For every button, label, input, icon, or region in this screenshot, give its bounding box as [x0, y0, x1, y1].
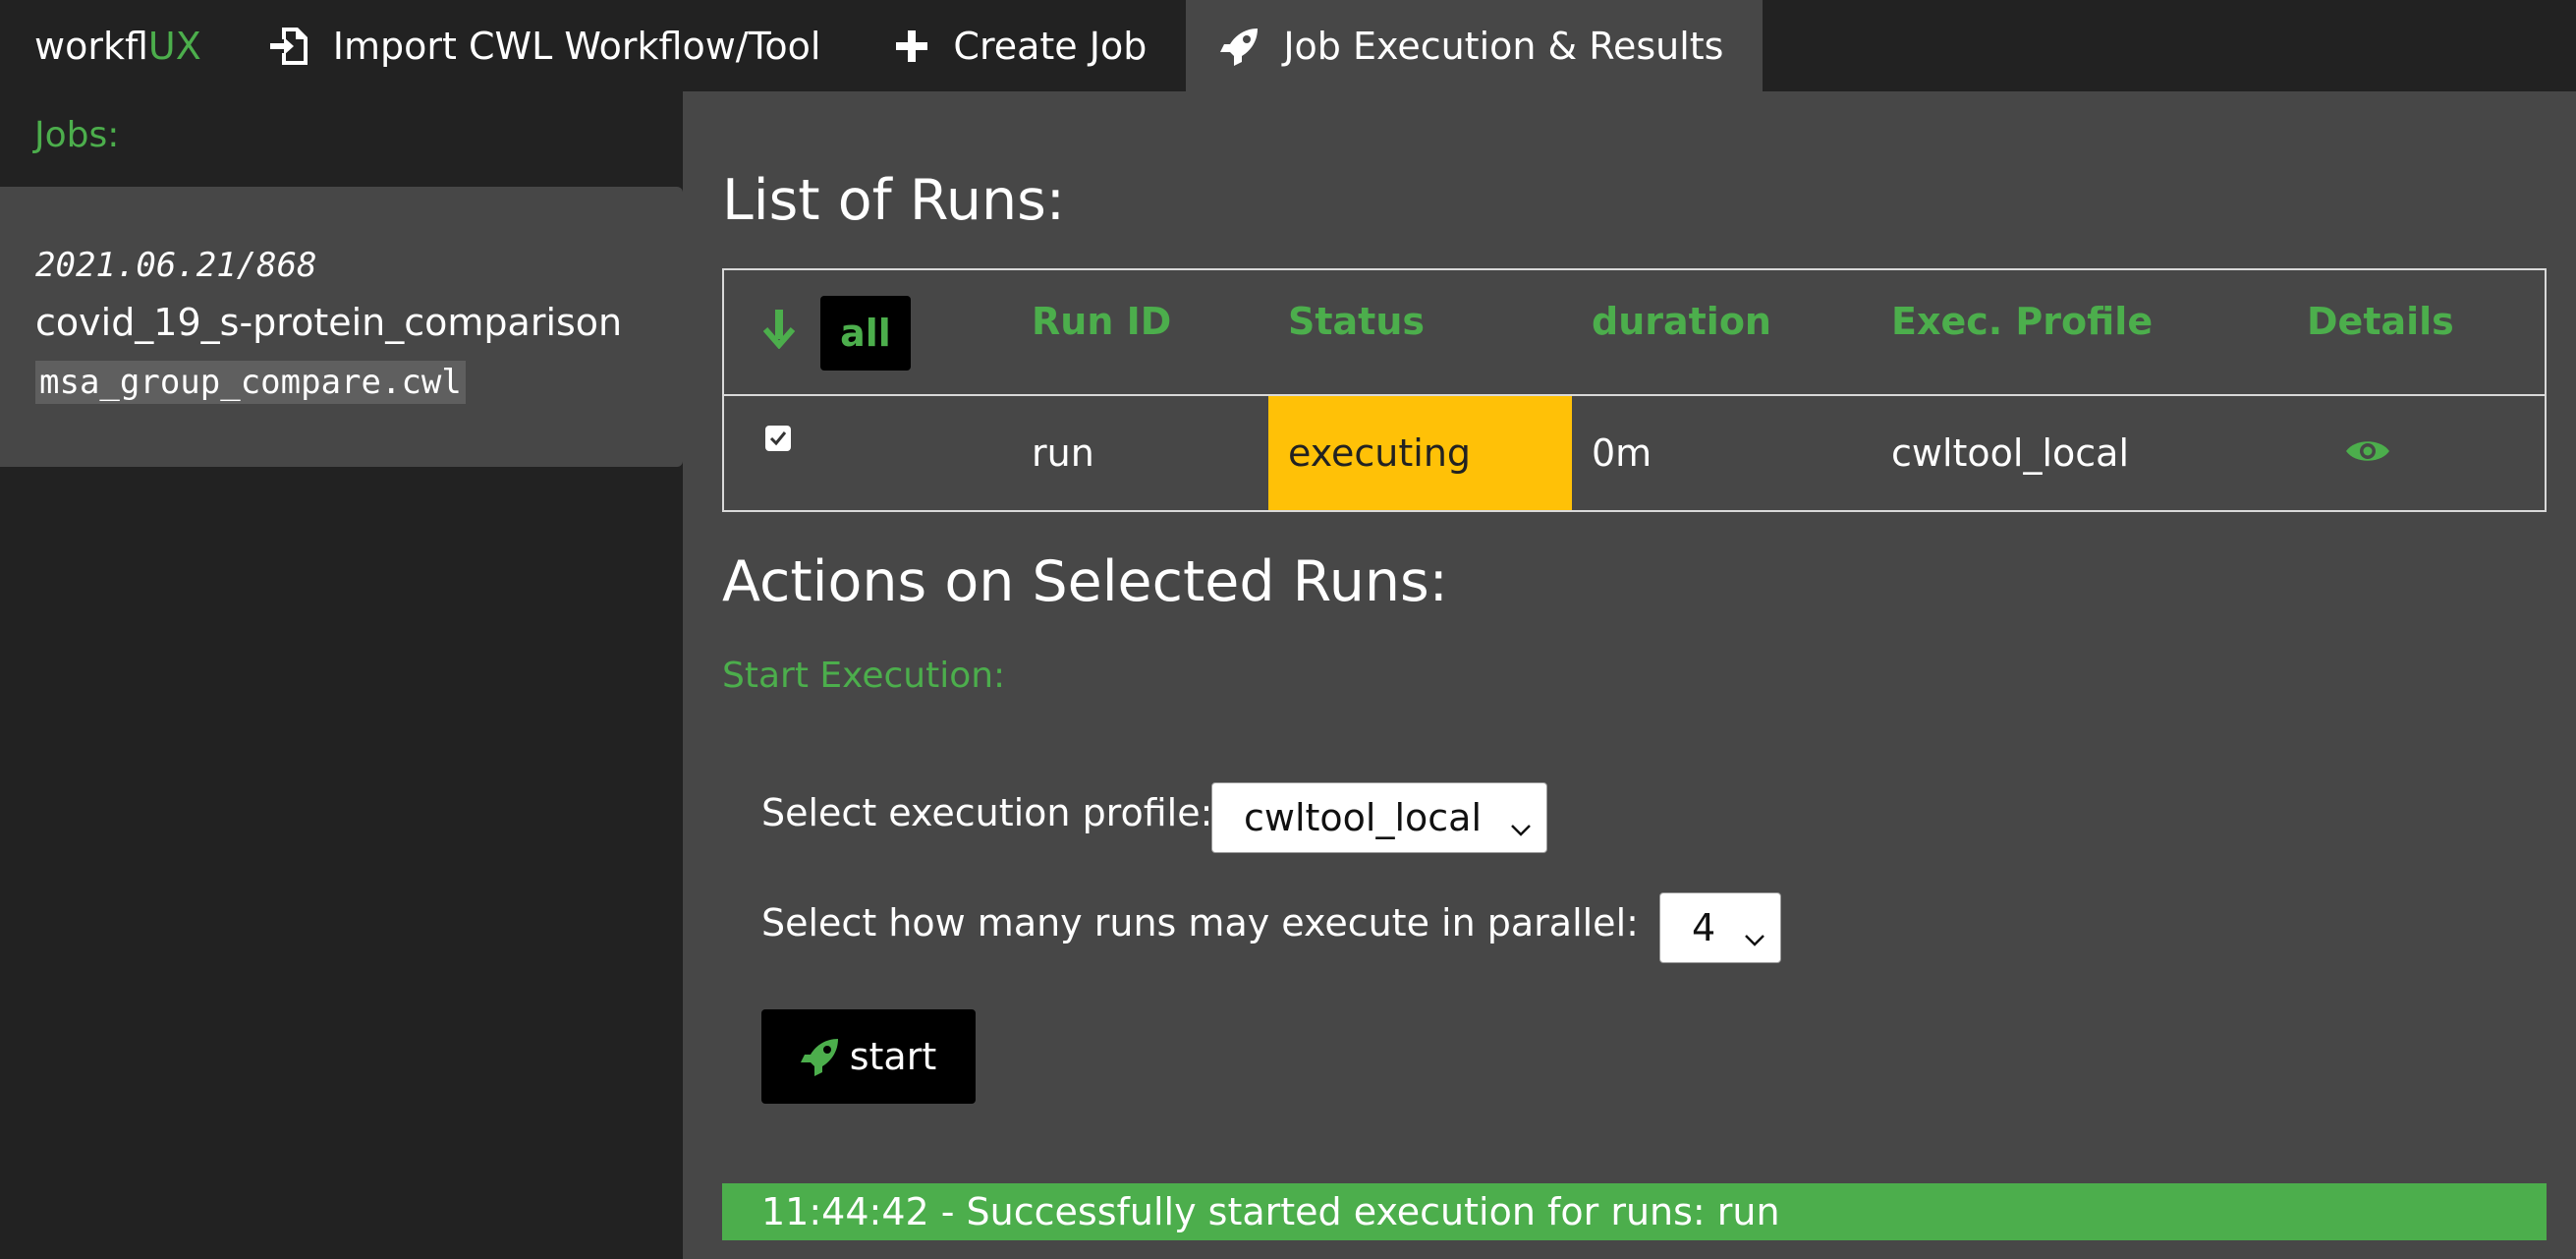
eye-icon[interactable] — [2345, 431, 2390, 475]
execution-profile-label: Select execution profile: — [761, 791, 1213, 834]
nav-create-job[interactable]: Create Job — [860, 0, 1186, 91]
brand-logo[interactable]: workfl UX — [0, 0, 236, 91]
brand-prefix: workfl — [34, 24, 148, 68]
nav-import-label: Import CWL Workflow/Tool — [332, 24, 821, 68]
status-message: 11:44:42 - Successfully started executio… — [761, 1190, 1780, 1233]
top-navbar: workfl UX Import CWL Workflow/Tool Create… — [0, 0, 2576, 91]
select-all-button[interactable]: all — [820, 296, 911, 371]
details-cell — [2345, 396, 2390, 510]
sidebar: Jobs: 2021.06.21/868 covid_19_s-protein_… — [0, 91, 683, 1259]
chevron-down-icon — [1509, 807, 1533, 850]
duration-cell: 0m — [1592, 431, 1652, 475]
file-import-icon — [269, 26, 309, 67]
runs-table: all Run ID Status duration Exec. Profile… — [722, 268, 2547, 512]
nav-results-label: Job Execution & Results — [1283, 24, 1724, 68]
nav-create-label: Create Job — [953, 24, 1148, 68]
main-content: List of Runs: all Run ID Status duration… — [683, 91, 2576, 1259]
nav-job-execution[interactable]: Job Execution & Results — [1186, 0, 1764, 91]
actions-title: Actions on Selected Runs: — [722, 549, 1448, 614]
status-badge: executing — [1268, 396, 1572, 510]
parallel-runs-select[interactable]: 4 — [1659, 892, 1781, 963]
list-of-runs-title: List of Runs: — [722, 168, 1066, 233]
header-run-id[interactable]: Run ID — [1032, 300, 1171, 343]
header-details: Details — [2307, 300, 2454, 343]
rocket-icon — [1220, 27, 1260, 66]
execution-profile-select[interactable]: cwltool_local — [1211, 782, 1547, 853]
nav-import-cwl[interactable]: Import CWL Workflow/Tool — [236, 0, 861, 91]
chevron-down-icon — [1743, 917, 1766, 960]
row-checkbox[interactable] — [765, 426, 791, 451]
job-name: covid_19_s-protein_comparison — [35, 301, 623, 344]
job-card[interactable]: 2021.06.21/868 covid_19_s-protein_compar… — [0, 187, 683, 467]
row-select-cell — [765, 396, 791, 510]
start-execution-heading: Start Execution: — [722, 656, 1006, 696]
start-button-label: start — [849, 1035, 937, 1078]
table-row: run executing 0m cwltool_local — [724, 396, 2545, 510]
parallel-runs-label: Select how many runs may execute in para… — [761, 901, 1639, 944]
parallel-runs-value: 4 — [1692, 906, 1716, 949]
brand-accent: UX — [147, 24, 201, 68]
header-exec-profile[interactable]: Exec. Profile — [1891, 300, 2153, 343]
run-id-cell: run — [1032, 431, 1094, 475]
plus-icon — [894, 29, 929, 64]
header-status[interactable]: Status — [1288, 300, 1425, 343]
sort-arrow-down-icon[interactable] — [762, 310, 796, 353]
table-header-row: all Run ID Status duration Exec. Profile… — [724, 270, 2545, 396]
job-date: 2021.06.21/868 — [35, 246, 317, 285]
job-cwl-file: msa_group_compare.cwl — [35, 361, 466, 404]
exec-profile-cell: cwltool_local — [1891, 431, 2130, 475]
jobs-heading: Jobs: — [34, 115, 120, 155]
status-message-bar: 11:44:42 - Successfully started executio… — [722, 1183, 2547, 1240]
rocket-icon — [800, 1037, 840, 1076]
header-duration[interactable]: duration — [1592, 300, 1771, 343]
start-button[interactable]: start — [761, 1009, 976, 1104]
execution-profile-value: cwltool_local — [1244, 796, 1483, 839]
